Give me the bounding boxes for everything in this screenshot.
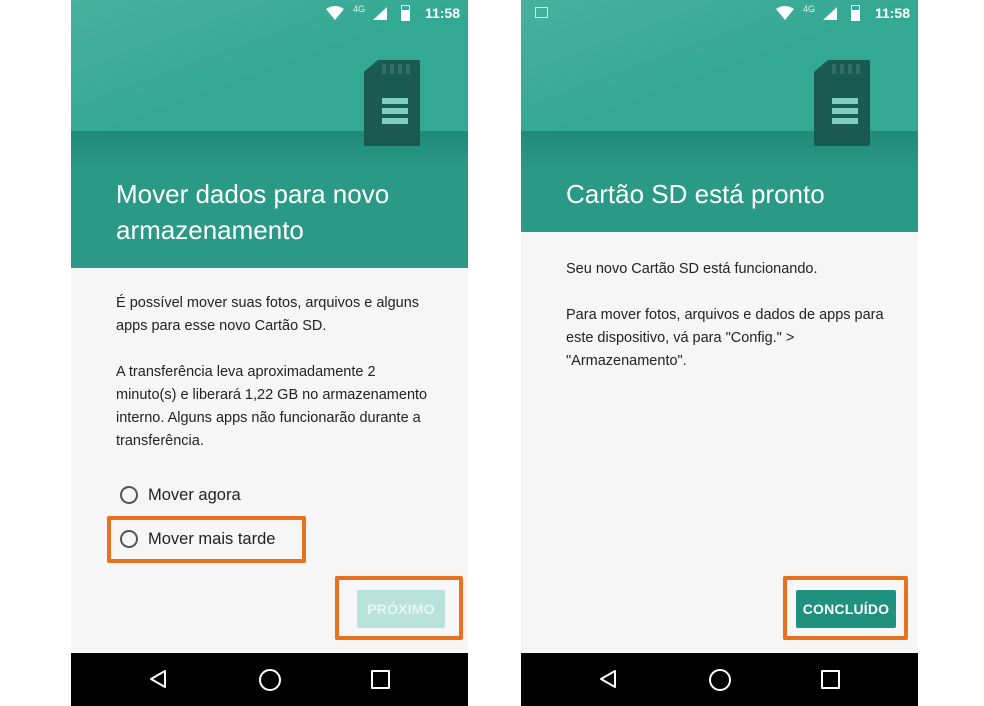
back-icon[interactable] (599, 669, 617, 689)
status-paragraph: Seu novo Cartão SD está funcionando. (566, 261, 818, 277)
radio-move-now[interactable]: Mover agora (120, 481, 241, 509)
page-title: Mover dados para novo armazenamento (116, 179, 390, 245)
back-icon[interactable] (149, 669, 167, 689)
phone-screen-move-data: 4G 11:58 Mover dados para novo armazenam… (71, 0, 468, 706)
radio-button-icon[interactable] (120, 486, 138, 504)
status-bar: 4G 11:58 (71, 0, 468, 28)
description-paragraph: É possível mover suas fotos, arquivos e … (116, 295, 420, 334)
battery-icon (851, 5, 860, 21)
navigation-bar (521, 653, 918, 706)
home-icon[interactable] (709, 669, 731, 691)
signal-icon (373, 7, 387, 20)
image-notification-icon (535, 7, 548, 18)
instructions-paragraph: Para mover fotos, arquivos e dados de ap… (566, 307, 884, 369)
wifi-icon (326, 6, 344, 20)
navigation-bar (71, 653, 468, 706)
sd-card-icon (814, 60, 870, 146)
sd-card-icon (364, 60, 420, 146)
header: 4G 11:58 Cartão SD está pronto (521, 0, 918, 232)
network-type-label: 4G (803, 4, 816, 14)
signal-icon (823, 7, 837, 20)
highlight-box-move-later (107, 516, 306, 563)
network-type-label: 4G (353, 4, 366, 14)
battery-icon (401, 5, 410, 21)
radio-label: Mover agora (148, 485, 241, 504)
highlight-box-next (335, 576, 463, 640)
phone-screen-sd-ready: 4G 11:58 Cartão SD está pronto Seu novo … (521, 0, 918, 706)
clock: 11:58 (874, 5, 910, 21)
recents-icon[interactable] (821, 670, 840, 689)
status-bar: 4G 11:58 (521, 0, 918, 28)
highlight-box-done (783, 576, 908, 640)
page-title: Cartão SD está pronto (566, 179, 825, 209)
transfer-info-paragraph: A transferência leva aproximadamente 2 m… (116, 364, 428, 449)
recents-icon[interactable] (371, 670, 390, 689)
clock: 11:58 (424, 5, 460, 21)
home-icon[interactable] (259, 669, 281, 691)
header: 4G 11:58 Mover dados para novo armazenam… (71, 0, 468, 268)
wifi-icon (776, 6, 794, 20)
